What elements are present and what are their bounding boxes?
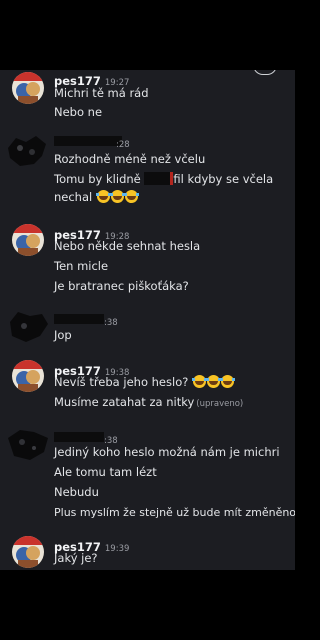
avatar-redacted[interactable] [6,310,50,344]
message-header: :38 [104,310,118,328]
message-text: Nevíš třeba jeho heslo? [54,375,235,390]
message-text: Jop [54,328,72,342]
avatar[interactable] [12,224,44,256]
message-text-part: Nevíš třeba jeho heslo? [54,375,189,389]
message-text: nechal [54,190,139,205]
timestamp: :28 [116,140,130,150]
redacted-username [54,314,104,324]
avatar[interactable] [12,360,44,392]
message-text: Nebo někde sehnat hesla [54,239,201,253]
message-header: :28 [116,132,130,150]
laughing-emoji-icon [219,375,235,388]
chat-message-list[interactable]: pes177 19:27 Michri tě má rád Nebo ne :28… [0,70,295,570]
avatar[interactable] [12,72,44,104]
message-text: Ale tomu tam lézt [54,465,157,479]
message-text-part: nechal [54,190,93,204]
message-text-part: Musíme zatahat za nitky [54,395,195,409]
message-header: pes177 19:27 [54,70,129,88]
message-text: Je bratranec piškoťáka? [54,279,189,293]
message-text: Plus myslím že stejně už bude mít změněn… [54,506,295,519]
laughing-emoji-icon [95,190,111,203]
avatar[interactable] [12,536,44,568]
message-text: Tomu by klidně fil kdyby se včela [54,172,273,187]
top-black-bar [0,0,295,70]
avatar-redacted[interactable] [6,134,50,168]
laughing-emoji-icon [191,375,207,388]
message-header: :38 [104,428,118,446]
redacted-username [54,136,122,146]
redacted-username [54,432,104,442]
laughing-emoji-icon [123,190,139,203]
message-text: Jaký je? [54,551,98,565]
timestamp: :38 [104,318,118,328]
message-text: Nebo ne [54,105,103,119]
timestamp: 19:39 [104,544,130,554]
message-header: pes177 19:38 [54,360,129,378]
message-text: Nebudu [54,485,99,499]
message-text: Ten micle [54,259,109,273]
message-text: Musíme zatahat za nitky (upraveno) [54,395,243,412]
laughing-emoji-icon [205,375,221,388]
message-text: Rozhodně méně než včelu [54,152,206,166]
redacted-word [144,172,174,185]
message-header: pes177 19:28 [54,224,129,242]
top-corner-pill-icon [253,70,277,75]
message-text-part: fil kdyby se včela [173,172,274,186]
avatar-redacted[interactable] [6,428,50,462]
message-text: Michri tě má rád [54,86,149,100]
message-header: pes177 19:39 [54,536,130,554]
edited-label: (upraveno) [196,399,244,409]
bottom-black-bar [0,570,295,640]
laughing-emoji-icon [109,190,125,203]
message-text: Jediný koho heslo možná nám je michri [54,445,280,459]
message-text-part: Tomu by klidně [54,172,141,186]
